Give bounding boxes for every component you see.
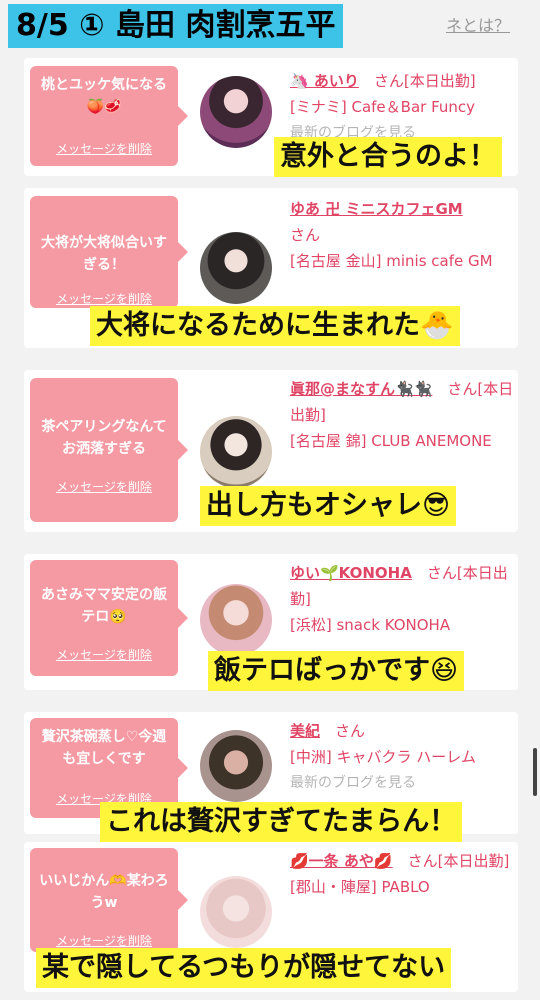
delete-message-link[interactable]: メッセージを削除 <box>30 478 178 495</box>
user-info: 眞那@まなすん🐈‍⬛🐈‍⬛ さん[本日出勤] [名古屋 錦] CLUB ANEM… <box>290 376 514 454</box>
user-name-link[interactable]: ゆい🌱KONOHA <box>290 564 412 582</box>
caption-overlay: 出し方もオシャレ😎 <box>200 486 457 526</box>
shop-link[interactable]: [浜松] snack KONOHA <box>290 612 514 638</box>
message-text: 大将が大将似合いすぎる！ <box>41 235 167 273</box>
user-info: ゆあ 卍 ミニスカフェGM さん [名古屋 金山] minis cafe GM <box>290 196 514 274</box>
shop-link[interactable]: [ミナミ] Cafe＆Bar Funcy <box>290 94 514 120</box>
message-text: 桃とユッケ気になる🍑🥩 <box>41 77 167 115</box>
user-name-link[interactable]: 眞那@まなすん🐈‍⬛🐈‍⬛ <box>290 380 432 398</box>
user-info: 美紀 さん [中洲] キャバクラ ハーレム 最新のブログを見る <box>290 718 514 796</box>
page-title: 8/5 ① 島田 肉割烹五平 <box>8 4 344 48</box>
user-info: 💋一条 あや💋 さん[本日出勤] [郡山・陣屋] PABLO <box>290 848 514 900</box>
message-bubble: あさみママ安定の飯テロ🥺 メッセージを削除 <box>30 560 188 676</box>
message-text: あさみママ安定の飯テロ🥺 <box>41 587 167 625</box>
user-name-link[interactable]: ゆあ 卍 ミニスカフェGM <box>290 196 514 222</box>
user-name-link[interactable]: 💋一条 あや💋 <box>290 852 393 870</box>
caption-overlay: これは贅沢すぎてたまらん！ <box>100 802 463 842</box>
caption-overlay: 意外と合うのよ！ <box>274 137 502 177</box>
message-bubble: 大将が大将似合いすぎる！ メッセージを削除 <box>30 196 188 308</box>
user-name-link[interactable]: 美紀 <box>290 722 320 740</box>
shop-link[interactable]: [名古屋 錦] CLUB ANEMONE <box>290 428 514 454</box>
header-help-link[interactable]: ネとは？ <box>446 12 510 36</box>
delete-message-link[interactable]: メッセージを削除 <box>30 290 178 307</box>
message-bubble: いいじかん🫶某わろうw メッセージを削除 <box>30 848 188 952</box>
caption-overlay: 飯テロばっかです😆 <box>208 651 465 691</box>
user-name-link[interactable]: 🦄 あいり <box>290 72 359 90</box>
blog-link[interactable]: 最新のブログを見る <box>290 770 514 796</box>
shop-link[interactable]: [中洲] キャバクラ ハーレム <box>290 744 514 770</box>
message-text: いいじかん🫶某わろうw <box>39 873 169 911</box>
avatar[interactable] <box>200 876 272 948</box>
shop-link[interactable]: [名古屋 金山] minis cafe GM <box>290 248 514 274</box>
delete-message-link[interactable]: メッセージを削除 <box>30 140 178 157</box>
scrollbar[interactable] <box>533 748 537 796</box>
message-text: 贅沢茶碗蒸し♡今週も宜しくです <box>41 729 167 767</box>
delete-message-link[interactable]: メッセージを削除 <box>30 646 178 663</box>
shop-link[interactable]: [郡山・陣屋] PABLO <box>290 874 514 900</box>
user-status: さん[本日出勤] <box>407 852 510 870</box>
caption-overlay: 某で隠してるつもりが隠せてない <box>36 948 452 988</box>
message-bubble: 桃とユッケ気になる🍑🥩 メッセージを削除 <box>30 66 188 166</box>
user-status: さん <box>335 722 366 740</box>
user-info: ゆい🌱KONOHA さん[本日出勤] [浜松] snack KONOHA <box>290 560 514 638</box>
caption-overlay: 大将になるために生まれた🐣 <box>90 306 460 346</box>
user-info: 🦄 あいり さん[本日出勤] [ミナミ] Cafe＆Bar Funcy 最新のブ… <box>290 68 514 146</box>
delete-message-link[interactable]: メッセージを削除 <box>30 932 178 949</box>
user-status: さん <box>290 226 321 244</box>
message-text: 茶ペアリングなんてお洒落すぎる <box>41 419 167 457</box>
user-status: さん[本日出勤] <box>373 72 476 90</box>
avatar[interactable] <box>200 584 272 656</box>
avatar[interactable] <box>200 730 272 802</box>
avatar[interactable] <box>200 416 272 488</box>
avatar[interactable] <box>200 232 272 304</box>
avatar[interactable] <box>200 76 272 148</box>
message-bubble: 茶ペアリングなんてお洒落すぎる メッセージを削除 <box>30 378 188 522</box>
